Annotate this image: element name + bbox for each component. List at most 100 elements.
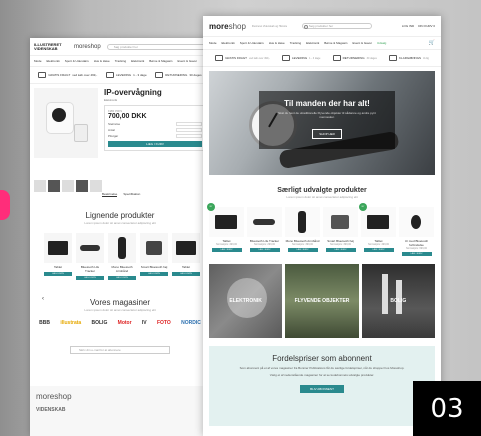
thumbnail[interactable]	[76, 180, 88, 192]
product-card[interactable]: Tablet Normalpris: 499,00 LÆG I KURV NY	[359, 203, 396, 256]
nav-item[interactable]: Mode	[209, 41, 217, 45]
size-select[interactable]	[176, 122, 202, 126]
login-link[interactable]: LOG IND	[402, 24, 414, 28]
nav-item[interactable]: Sport & Udendørs	[65, 59, 89, 63]
nav-item[interactable]: Elektronik	[47, 59, 60, 63]
quantity-input[interactable]	[176, 128, 202, 132]
nav-item-sale[interactable]: Udsalg	[377, 41, 386, 45]
nav-item[interactable]: Hus & Have	[269, 41, 285, 45]
product-card-name: Mono Bluetooth Armbånd	[111, 265, 133, 273]
nav-item[interactable]: Elektronik	[131, 59, 144, 63]
nav-item[interactable]: Elektronik	[222, 41, 235, 45]
product-card[interactable]: Bluetooth Life Tracker Normalpris: 299,0…	[247, 207, 282, 256]
add-to-cart-button[interactable]: LÆG I KURV	[172, 272, 200, 276]
product-image[interactable]	[34, 88, 98, 158]
magazine-logos: BBB illustrata BOLIG Motor IV FOTO NORDI…	[30, 312, 210, 334]
tab-description[interactable]: Beskrivelse	[102, 192, 118, 197]
product-card[interactable]: Tablet LÆG I KURV	[172, 233, 200, 280]
add-to-cart-button[interactable]: LÆG I KURV	[44, 272, 72, 276]
add-to-cart-button[interactable]: LÆG I KURV	[76, 276, 104, 280]
product-card-name: Ur med Bluetooth forbindelse	[404, 239, 429, 247]
add-to-cart-button[interactable]: LÆG I KURV	[140, 272, 168, 276]
add-to-cart-button[interactable]: LÆG I KURV	[108, 276, 136, 280]
product-card-price: Normalpris: 399,00	[329, 243, 352, 246]
add-to-cart-button[interactable]: LÆG I KURV	[108, 141, 202, 147]
add-to-cart-button[interactable]: LÆG I KURV	[363, 248, 394, 252]
magazine-logo[interactable]: Motor	[118, 320, 132, 326]
usp-item: RETURNERING 30 dages	[332, 55, 377, 61]
add-to-cart-button[interactable]: LÆG I KURV	[287, 248, 318, 252]
shop-now-button[interactable]: SHOP HER	[312, 129, 342, 139]
product-brand[interactable]: Elektronik	[104, 98, 206, 102]
option-field[interactable]: Pilutgar	[108, 134, 202, 138]
front-header: moreshop Illustreret Videnskab og Histor…	[203, 16, 441, 36]
magazine-logo[interactable]: BOLIG	[92, 320, 108, 326]
thumbnail[interactable]	[62, 180, 74, 192]
magazine-logo[interactable]: FOTO	[157, 320, 171, 326]
nav-item[interactable]: Børne & Magasin	[149, 59, 172, 63]
front-logo[interactable]: moreshop	[209, 22, 246, 31]
nav-item[interactable]: Tracking	[290, 41, 301, 45]
newsletter-input[interactable]: Skriv din e-mail for at abonnere	[70, 346, 170, 354]
add-to-cart-button[interactable]: LÆG I KURV	[401, 252, 432, 256]
size-field[interactable]: Størrelse	[108, 122, 202, 126]
back-logo[interactable]: ILLUSTRERET VIDENSKAB	[34, 42, 68, 51]
product-card[interactable]: Mono Bluetooth Armbånd LÆG I KURV	[108, 233, 136, 280]
quantity-field[interactable]: Antal	[108, 128, 202, 132]
product-card-image	[209, 207, 244, 237]
product-card[interactable]: Tablet Normalpris: 499,00 LÆG I KURV NY	[207, 203, 244, 256]
nav-item[interactable]: Børne & Magasin	[324, 41, 347, 45]
usp-item: RETURNERING 30 dages	[155, 72, 202, 78]
nav-item[interactable]: Sport & Udendørs	[240, 41, 264, 45]
chevron-left-icon[interactable]: ‹	[42, 296, 44, 302]
subscribe-button[interactable]: BLIV ABONNENT	[300, 385, 344, 393]
front-nav: Mode Elektronik Sport & Udendørs Hus & H…	[203, 36, 441, 50]
nav-item[interactable]: Mode	[34, 59, 42, 63]
hero-banner[interactable]: Til manden der har alt! Skal du hent de …	[209, 71, 435, 175]
product-card-price: Normalpris: 299,00	[253, 243, 276, 246]
camera-stand-shape	[74, 124, 88, 142]
product-card-name: Tablet	[53, 265, 62, 269]
subscription-title: Fordelspriser som abonnent	[272, 354, 372, 363]
magazine-logo[interactable]: IV	[142, 320, 147, 326]
product-card-price: Normalpris: 699,00	[405, 247, 428, 250]
usp-sub: ved køb over 499,-	[249, 56, 270, 60]
cart-icon[interactable]: 🛒	[429, 40, 435, 46]
nav-item[interactable]: Event & Gaver	[177, 59, 197, 63]
add-to-cart-button[interactable]: LÆG I KURV	[325, 248, 356, 252]
option-select[interactable]	[176, 134, 202, 138]
nav-item[interactable]: Tracking	[115, 59, 126, 63]
product-card-name: Smart Bluetooth høj	[140, 265, 168, 269]
product-card[interactable]: Tablet LÆG I KURV	[44, 233, 72, 280]
usp-item: GRATIS FRAGT ved køb over 499,-	[38, 72, 97, 78]
category-tile-flying[interactable]: FLYVENDE OBJEKTER	[285, 264, 359, 338]
thumbnail[interactable]	[34, 180, 46, 192]
product-card[interactable]: Bluetooth Life Tracker LÆG I KURV	[76, 233, 104, 280]
front-search-input[interactable]: Søg produkter her	[301, 23, 372, 29]
footer-logo[interactable]: moreshop	[36, 392, 204, 401]
thumbnail[interactable]	[90, 180, 102, 192]
add-to-cart-button[interactable]: LÆG I KURV	[211, 248, 242, 252]
product-page-mockup: ILLUSTRERET VIDENSKAB moreshop Søg produ…	[30, 38, 210, 436]
magazine-logo[interactable]: NORDIC	[181, 320, 201, 326]
magazine-logo[interactable]: illustrata	[60, 320, 81, 326]
thumbnail[interactable]	[48, 180, 60, 192]
usp-label: GRATIS FRAGT	[225, 56, 248, 60]
product-card-image	[76, 233, 104, 263]
category-tile-home[interactable]: BOLIG	[361, 264, 435, 338]
cart-link[interactable]: DIN KURV 0	[418, 24, 435, 28]
product-card[interactable]: Mono Bluetooth Armbånd Normalpris: 399,0…	[285, 207, 320, 256]
tab-specification[interactable]: Specifikation	[123, 192, 140, 197]
add-to-cart-button[interactable]: LÆG I KURV	[249, 248, 280, 252]
product-card[interactable]: Ur med Bluetooth forbindelse Normalpris:…	[399, 207, 434, 256]
product-card[interactable]: Smart Bluetooth høj LÆG I KURV	[140, 233, 168, 280]
field-label: Antal	[108, 128, 115, 132]
back-search-input[interactable]: Søg produkter her	[106, 43, 206, 50]
magazine-logo[interactable]: BBB	[39, 320, 50, 326]
nav-item[interactable]: Elektronik	[306, 41, 319, 45]
product-card[interactable]: Smart Bluetooth høj Normalpris: 399,00 L…	[323, 207, 358, 256]
usp-sub: 30 dages	[189, 73, 202, 77]
category-tile-electronics[interactable]: ELEKTRONIK	[209, 264, 283, 338]
nav-item[interactable]: Hus & Have	[94, 59, 110, 63]
nav-item[interactable]: Event & Gaver	[352, 41, 372, 45]
